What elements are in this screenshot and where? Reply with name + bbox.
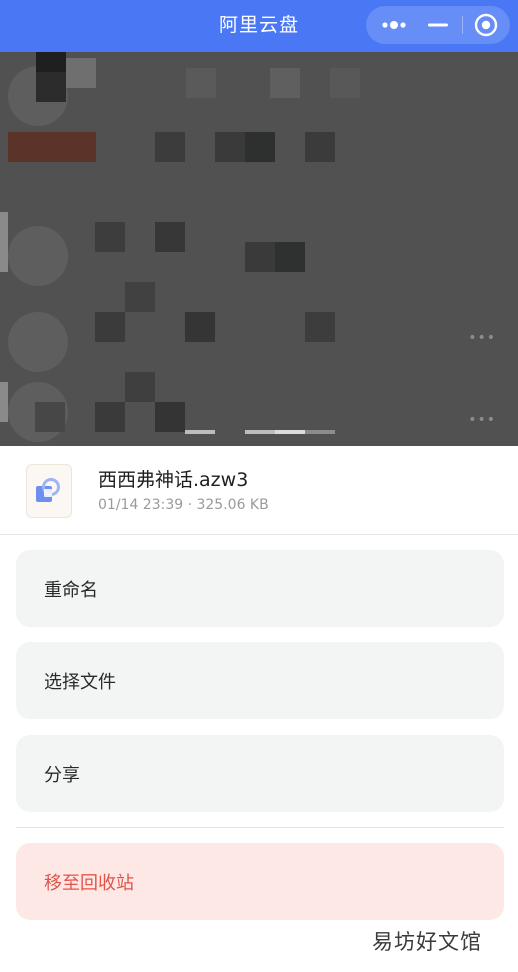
file-name: 西西弗神话.azw3 (98, 469, 249, 491)
dimmed-file-list-backdrop[interactable]: ••• ••• (0, 52, 518, 446)
file-meta: 01/14 23:39 · 325.06 KB (98, 497, 269, 513)
watermark-text: 易坊好文馆 (372, 930, 482, 954)
share-button[interactable]: 分享 (16, 735, 504, 812)
move-to-trash-label: 移至回收站 (44, 872, 134, 894)
move-to-trash-button[interactable]: 移至回收站 (16, 843, 504, 920)
more-dots-icon: ••• (468, 330, 496, 346)
target-circle-icon[interactable] (462, 6, 510, 44)
rename-label: 重命名 (44, 579, 98, 601)
blurred-list-item: ••• (0, 372, 518, 446)
share-label: 分享 (44, 764, 80, 786)
more-dots-icon: ••• (468, 412, 496, 428)
more-dots-icon[interactable] (370, 6, 418, 44)
mini-program-capsule (366, 6, 510, 44)
file-info-header: 西西弗神话.azw3 01/14 23:39 · 325.06 KB (0, 446, 518, 535)
document-file-icon (26, 464, 72, 518)
select-file-button[interactable]: 选择文件 (16, 642, 504, 719)
minimize-icon[interactable] (414, 6, 462, 44)
blurred-thumbnail (8, 132, 96, 162)
file-action-sheet: 西西弗神话.azw3 01/14 23:39 · 325.06 KB 重命名 选… (0, 446, 518, 972)
blurred-list-item: ••• (0, 292, 518, 380)
select-file-label: 选择文件 (44, 671, 116, 693)
title-bar: 阿里云盘 (0, 0, 518, 52)
rename-button[interactable]: 重命名 (16, 550, 504, 627)
sheet-divider (16, 827, 504, 828)
